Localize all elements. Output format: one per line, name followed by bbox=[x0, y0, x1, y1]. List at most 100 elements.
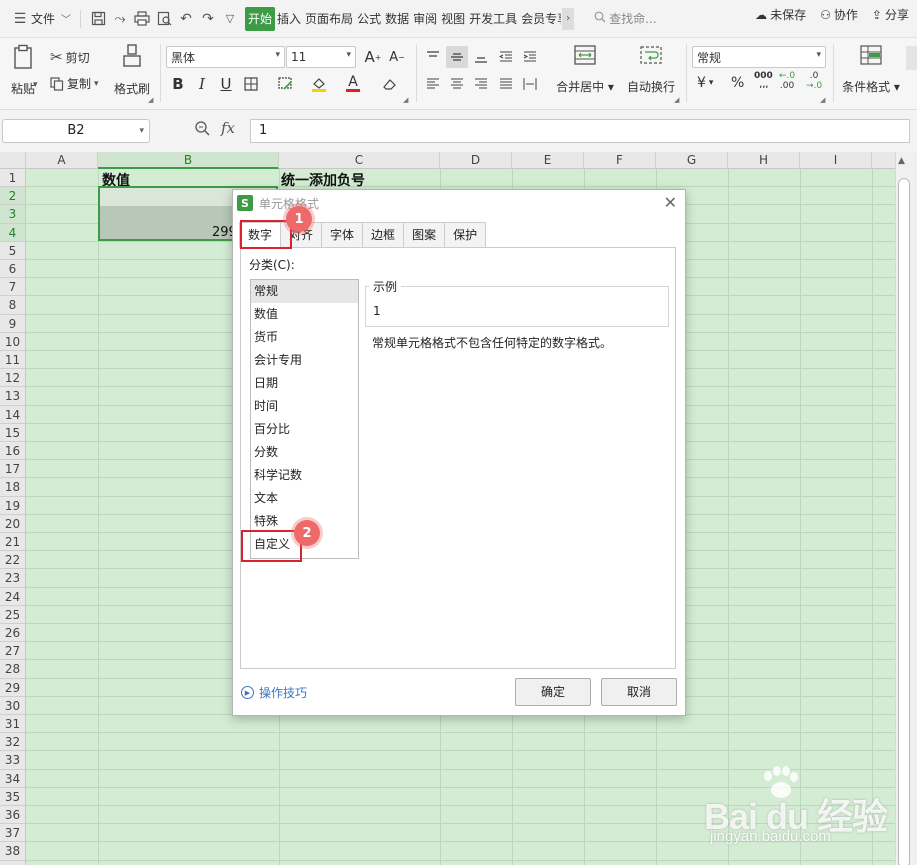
row-header-12[interactable]: 12 bbox=[0, 369, 26, 388]
borders-icon[interactable] bbox=[240, 73, 262, 95]
row-header-4[interactable]: 4 bbox=[0, 223, 26, 242]
list-item[interactable]: 日期 bbox=[251, 372, 358, 395]
cut-button[interactable]: ✂ 剪切 bbox=[50, 48, 90, 66]
export-icon[interactable]: ⤳ bbox=[109, 8, 131, 30]
row-header-33[interactable]: 33 bbox=[0, 751, 26, 770]
tab-pattern[interactable]: 图案 bbox=[404, 222, 446, 248]
corner-select-all[interactable] bbox=[0, 152, 26, 169]
row-header-31[interactable]: 31 bbox=[0, 715, 26, 734]
redo-icon[interactable]: ↷ bbox=[197, 8, 219, 30]
row-header-7[interactable]: 7 bbox=[0, 278, 26, 297]
currency-format-button[interactable]: ¥ ▾ bbox=[697, 75, 713, 91]
function-icon[interactable]: fx bbox=[221, 119, 235, 137]
align-center-icon[interactable] bbox=[446, 73, 468, 95]
number-format-select[interactable]: 常规 ▾ bbox=[692, 46, 826, 68]
tab-protection[interactable]: 保护 bbox=[445, 222, 487, 248]
distribute-icon[interactable] bbox=[519, 73, 541, 95]
tab-formula[interactable]: 公式 bbox=[355, 7, 383, 31]
row-header-26[interactable]: 26 bbox=[0, 624, 26, 643]
row-header-3[interactable]: 3 bbox=[0, 205, 26, 224]
decrease-font-size-icon[interactable]: A − bbox=[386, 46, 408, 68]
close-icon[interactable]: ✕ bbox=[664, 193, 677, 212]
file-menu[interactable]: ☰ 文件 ﹀ bbox=[6, 6, 74, 32]
tabs-scroll-right-icon[interactable]: › bbox=[562, 7, 575, 30]
thousands-separator-button[interactable]: 000 , , , bbox=[754, 72, 773, 90]
row-header-28[interactable]: 28 bbox=[0, 660, 26, 679]
customize-dropdown-icon[interactable]: ▽ bbox=[219, 8, 241, 30]
column-header-i[interactable]: I bbox=[800, 152, 872, 169]
decrease-decimal-button[interactable]: .0 →.0 bbox=[806, 71, 822, 91]
auto-wrap-button[interactable]: 自动换行 bbox=[624, 44, 678, 95]
clear-format-icon[interactable] bbox=[378, 73, 400, 95]
ribbon-group-expand-icon[interactable]: ◢ bbox=[148, 96, 153, 104]
category-list[interactable]: 常规 数值 货币 会计专用 日期 时间 百分比 分数 科学记数 文本 特殊 自定… bbox=[250, 279, 359, 559]
tab-view[interactable]: 视图 bbox=[439, 7, 467, 31]
list-item[interactable]: 百分比 bbox=[251, 418, 358, 441]
column-header-g[interactable]: G bbox=[656, 152, 728, 169]
ribbon-group-expand-icon[interactable]: ◢ bbox=[674, 96, 679, 104]
tab-data[interactable]: 数据 bbox=[383, 7, 411, 31]
list-item[interactable]: 文本 bbox=[251, 487, 358, 510]
font-name-select[interactable]: 黑体 ▾ bbox=[166, 46, 285, 68]
tab-font[interactable]: 字体 bbox=[322, 222, 364, 248]
italic-icon[interactable]: I bbox=[191, 73, 213, 95]
row-header-6[interactable]: 6 bbox=[0, 260, 26, 279]
tab-page-layout[interactable]: 页面布局 bbox=[303, 7, 355, 31]
row-header-8[interactable]: 8 bbox=[0, 296, 26, 315]
scroll-up-icon[interactable]: ▲ bbox=[898, 156, 905, 166]
row-header-24[interactable]: 24 bbox=[0, 587, 26, 606]
row-header-25[interactable]: 25 bbox=[0, 605, 26, 624]
row-header-22[interactable]: 22 bbox=[0, 551, 26, 570]
tab-insert[interactable]: 插入 bbox=[275, 7, 303, 31]
name-box[interactable]: B2 ▾ bbox=[2, 119, 150, 143]
justify-icon[interactable] bbox=[495, 73, 517, 95]
vertical-scrollbar[interactable]: ▲ bbox=[895, 152, 917, 865]
cell-style-icon[interactable] bbox=[274, 73, 296, 95]
command-search[interactable]: 查找命... bbox=[594, 7, 674, 31]
print-icon[interactable] bbox=[131, 8, 153, 30]
row-header-10[interactable]: 10 bbox=[0, 332, 26, 351]
column-header-d[interactable]: D bbox=[440, 152, 512, 169]
tips-link[interactable]: ▶ 操作技巧 bbox=[241, 684, 307, 701]
row-header-32[interactable]: 32 bbox=[0, 733, 26, 752]
copy-button[interactable]: 复制 ▾ bbox=[50, 75, 99, 92]
ribbon-group-expand-icon[interactable]: ◢ bbox=[403, 96, 408, 104]
unsaved-status[interactable]: ☁ 未保存 bbox=[755, 6, 806, 23]
column-header-h[interactable]: H bbox=[728, 152, 800, 169]
list-item[interactable]: 分数 bbox=[251, 441, 358, 464]
font-size-select[interactable]: 11 ▾ bbox=[286, 46, 356, 68]
increase-decimal-button[interactable]: ←.0 .00 bbox=[779, 71, 795, 91]
row-header-39[interactable]: 39 bbox=[0, 860, 26, 865]
collab-button[interactable]: ⚇ 协作 bbox=[820, 6, 858, 23]
ribbon-group-expand-icon[interactable]: ◢ bbox=[820, 96, 825, 104]
cancel-button[interactable]: 取消 bbox=[601, 678, 677, 706]
row-header-2[interactable]: 2 bbox=[0, 187, 26, 206]
share-button[interactable]: ⇪ 分享 bbox=[872, 6, 909, 23]
row-header-29[interactable]: 29 bbox=[0, 678, 26, 697]
cell-c1[interactable]: 统一添加负号 bbox=[281, 170, 365, 190]
list-item[interactable]: 常规 bbox=[251, 280, 358, 303]
list-item[interactable]: 时间 bbox=[251, 395, 358, 418]
print-preview-icon[interactable] bbox=[153, 8, 175, 30]
list-item[interactable]: 数值 bbox=[251, 303, 358, 326]
align-right-icon[interactable] bbox=[470, 73, 492, 95]
conditional-format-button[interactable]: 条件格式 ▾ bbox=[840, 44, 902, 95]
zoom-icon[interactable] bbox=[194, 120, 210, 140]
indent-decrease-icon[interactable] bbox=[495, 46, 517, 68]
row-header-27[interactable]: 27 bbox=[0, 642, 26, 661]
underline-icon[interactable]: U bbox=[215, 73, 237, 95]
indent-increase-icon[interactable] bbox=[519, 46, 541, 68]
save-icon[interactable] bbox=[87, 8, 109, 30]
row-header-13[interactable]: 13 bbox=[0, 387, 26, 406]
row-header-14[interactable]: 14 bbox=[0, 405, 26, 424]
format-painter-button[interactable]: 格式刷 bbox=[112, 44, 152, 97]
list-item[interactable]: 科学记数 bbox=[251, 464, 358, 487]
tab-review[interactable]: 审阅 bbox=[411, 7, 439, 31]
row-header-36[interactable]: 36 bbox=[0, 806, 26, 825]
row-header-30[interactable]: 30 bbox=[0, 696, 26, 715]
paste-dropdown-icon[interactable]: ▾ bbox=[33, 80, 38, 90]
ribbon-overflow-icon[interactable] bbox=[906, 46, 917, 70]
row-header-37[interactable]: 37 bbox=[0, 824, 26, 843]
undo-icon[interactable]: ↶ bbox=[175, 8, 197, 30]
list-item[interactable]: 货币 bbox=[251, 326, 358, 349]
